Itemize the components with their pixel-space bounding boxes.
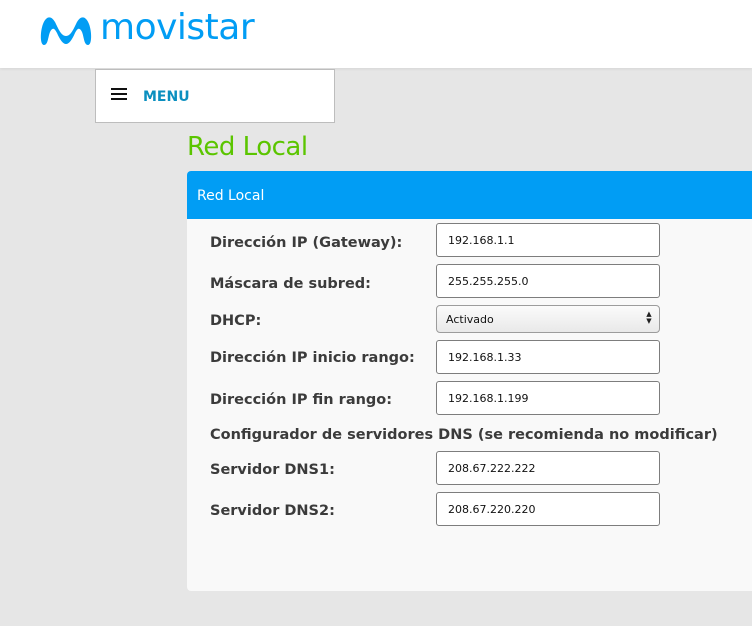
dns1-input[interactable] bbox=[436, 451, 660, 485]
subnet-mask-input[interactable] bbox=[436, 264, 660, 298]
dns2-label: Servidor DNS2: bbox=[210, 503, 335, 519]
range-start-input[interactable] bbox=[436, 340, 660, 374]
top-header: movistar bbox=[0, 0, 752, 68]
dhcp-label: DHCP: bbox=[210, 313, 262, 329]
dhcp-select[interactable]: Activado ▲ ▼ bbox=[436, 305, 660, 333]
range-end-label: Dirección IP fin rango: bbox=[210, 392, 393, 408]
panel-header: Red Local bbox=[187, 171, 752, 219]
dns1-label: Servidor DNS1: bbox=[210, 462, 335, 478]
menu-label: MENU bbox=[143, 89, 190, 105]
range-end-input[interactable] bbox=[436, 381, 660, 415]
brand-name[interactable]: movistar bbox=[100, 6, 255, 50]
gateway-label: Dirección IP (Gateway): bbox=[210, 235, 403, 251]
page-title: Red Local bbox=[187, 132, 308, 162]
dns-section-title: Configurador de servidores DNS (se recom… bbox=[210, 427, 718, 443]
range-start-label: Dirección IP inicio rango: bbox=[210, 350, 415, 366]
menu-button[interactable]: MENU bbox=[95, 69, 335, 123]
dhcp-selected-value: Activado bbox=[446, 313, 494, 326]
hamburger-menu-icon bbox=[111, 88, 127, 101]
subnet-mask-label: Máscara de subred: bbox=[210, 276, 371, 292]
movistar-m-logo-icon[interactable] bbox=[38, 12, 94, 48]
gateway-input[interactable] bbox=[436, 223, 660, 257]
dns2-input[interactable] bbox=[436, 492, 660, 526]
select-arrows-icon: ▲ ▼ bbox=[646, 310, 652, 325]
red-local-panel: Red Local Dirección IP (Gateway): Máscar… bbox=[187, 171, 752, 591]
